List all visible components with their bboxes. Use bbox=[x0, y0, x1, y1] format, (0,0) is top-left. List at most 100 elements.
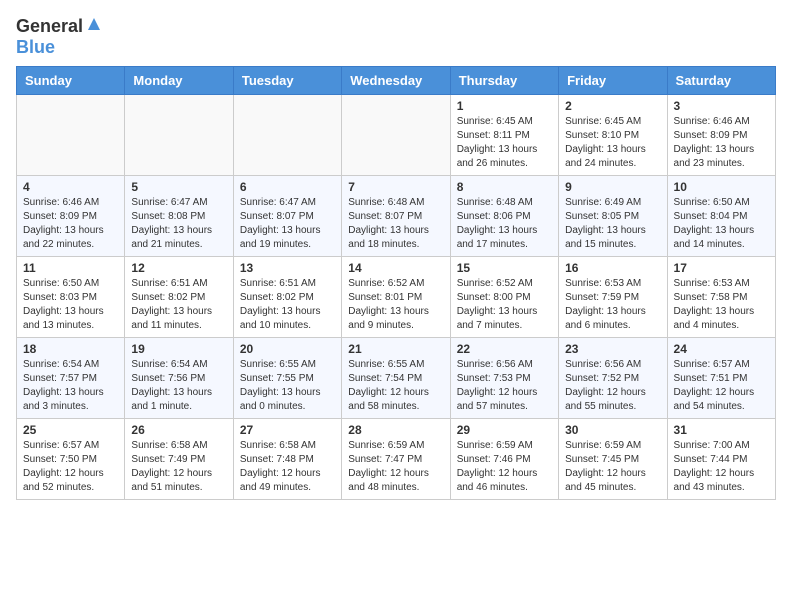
day-number: 17 bbox=[674, 261, 769, 275]
calendar-cell: 23 Sunrise: 6:56 AM Sunset: 7:52 PM Dayli… bbox=[559, 338, 667, 419]
calendar-cell: 17 Sunrise: 6:53 AM Sunset: 7:58 PM Dayli… bbox=[667, 257, 775, 338]
day-number: 18 bbox=[23, 342, 118, 356]
calendar-cell: 13 Sunrise: 6:51 AM Sunset: 8:02 PM Dayli… bbox=[233, 257, 341, 338]
logo-icon bbox=[86, 16, 102, 37]
calendar-cell bbox=[342, 95, 450, 176]
calendar-cell bbox=[233, 95, 341, 176]
calendar-cell: 3 Sunrise: 6:46 AM Sunset: 8:09 PM Daylig… bbox=[667, 95, 775, 176]
calendar-cell: 1 Sunrise: 6:45 AM Sunset: 8:11 PM Daylig… bbox=[450, 95, 558, 176]
day-info: Sunrise: 6:56 AM Sunset: 7:52 PM Dayligh… bbox=[565, 358, 660, 414]
calendar-table: SundayMondayTuesdayWednesdayThursdayFrid… bbox=[16, 66, 776, 500]
calendar-cell: 4 Sunrise: 6:46 AM Sunset: 8:09 PM Daylig… bbox=[17, 176, 125, 257]
day-info: Sunrise: 6:47 AM Sunset: 8:07 PM Dayligh… bbox=[240, 196, 335, 252]
day-number: 31 bbox=[674, 423, 769, 437]
day-info: Sunrise: 6:48 AM Sunset: 8:06 PM Dayligh… bbox=[457, 196, 552, 252]
day-number: 11 bbox=[23, 261, 118, 275]
day-info: Sunrise: 6:59 AM Sunset: 7:47 PM Dayligh… bbox=[348, 439, 443, 495]
calendar-cell: 5Sunrise: 6:47 AM Sunset: 8:08 PM Daylig… bbox=[125, 176, 233, 257]
day-info: Sunrise: 6:45 AM Sunset: 8:10 PM Dayligh… bbox=[565, 115, 660, 171]
calendar-cell: 16Sunrise: 6:53 AM Sunset: 7:59 PM Dayli… bbox=[559, 257, 667, 338]
day-info: Sunrise: 6:50 AM Sunset: 8:03 PM Dayligh… bbox=[23, 277, 118, 333]
calendar-cell: 12 Sunrise: 6:51 AM Sunset: 8:02 PM Dayli… bbox=[125, 257, 233, 338]
day-number: 3 bbox=[674, 99, 769, 113]
day-info: Sunrise: 6:52 AM Sunset: 8:00 PM Dayligh… bbox=[457, 277, 552, 333]
day-number: 26 bbox=[131, 423, 226, 437]
calendar-cell: 9 Sunrise: 6:49 AM Sunset: 8:05 PM Daylig… bbox=[559, 176, 667, 257]
calendar-cell: 27 Sunrise: 6:58 AM Sunset: 7:48 PM Dayli… bbox=[233, 419, 341, 500]
day-info: Sunrise: 6:58 AM Sunset: 7:48 PM Dayligh… bbox=[240, 439, 335, 495]
calendar-cell: 7Sunrise: 6:48 AM Sunset: 8:07 PM Daylig… bbox=[342, 176, 450, 257]
day-info: Sunrise: 6:51 AM Sunset: 8:02 PM Dayligh… bbox=[240, 277, 335, 333]
day-number: 2 bbox=[565, 99, 660, 113]
day-number: 19 bbox=[131, 342, 226, 356]
day-info: Sunrise: 6:57 AM Sunset: 7:50 PM Dayligh… bbox=[23, 439, 118, 495]
day-info: Sunrise: 6:59 AM Sunset: 7:45 PM Dayligh… bbox=[565, 439, 660, 495]
calendar-cell: 11 Sunrise: 6:50 AM Sunset: 8:03 PM Dayli… bbox=[17, 257, 125, 338]
weekday-header-monday: Monday bbox=[125, 67, 233, 95]
calendar-header-row: SundayMondayTuesdayWednesdayThursdayFrid… bbox=[17, 67, 776, 95]
calendar-cell: 2 Sunrise: 6:45 AM Sunset: 8:10 PM Daylig… bbox=[559, 95, 667, 176]
day-number: 21 bbox=[348, 342, 443, 356]
calendar-week-5: 25 Sunrise: 6:57 AM Sunset: 7:50 PM Dayli… bbox=[17, 419, 776, 500]
header: General Blue bbox=[16, 16, 776, 58]
day-info: Sunrise: 6:52 AM Sunset: 8:01 PM Dayligh… bbox=[348, 277, 443, 333]
calendar-week-4: 18Sunrise: 6:54 AM Sunset: 7:57 PM Dayli… bbox=[17, 338, 776, 419]
day-info: Sunrise: 6:51 AM Sunset: 8:02 PM Dayligh… bbox=[131, 277, 226, 333]
calendar-cell: 15 Sunrise: 6:52 AM Sunset: 8:00 PM Dayli… bbox=[450, 257, 558, 338]
weekday-header-tuesday: Tuesday bbox=[233, 67, 341, 95]
day-info: Sunrise: 6:54 AM Sunset: 7:56 PM Dayligh… bbox=[131, 358, 226, 414]
calendar-week-1: 1 Sunrise: 6:45 AM Sunset: 8:11 PM Daylig… bbox=[17, 95, 776, 176]
day-number: 15 bbox=[457, 261, 552, 275]
calendar-cell: 8 Sunrise: 6:48 AM Sunset: 8:06 PM Daylig… bbox=[450, 176, 558, 257]
day-info: Sunrise: 6:53 AM Sunset: 7:58 PM Dayligh… bbox=[674, 277, 769, 333]
day-info: Sunrise: 6:58 AM Sunset: 7:49 PM Dayligh… bbox=[131, 439, 226, 495]
day-info: Sunrise: 6:56 AM Sunset: 7:53 PM Dayligh… bbox=[457, 358, 552, 414]
day-info: Sunrise: 6:48 AM Sunset: 8:07 PM Dayligh… bbox=[348, 196, 443, 252]
calendar-cell: 6 Sunrise: 6:47 AM Sunset: 8:07 PM Daylig… bbox=[233, 176, 341, 257]
day-number: 25 bbox=[23, 423, 118, 437]
calendar-cell bbox=[125, 95, 233, 176]
day-info: Sunrise: 6:46 AM Sunset: 8:09 PM Dayligh… bbox=[23, 196, 118, 252]
day-info: Sunrise: 6:59 AM Sunset: 7:46 PM Dayligh… bbox=[457, 439, 552, 495]
weekday-header-friday: Friday bbox=[559, 67, 667, 95]
calendar-cell: 30Sunrise: 6:59 AM Sunset: 7:45 PM Dayli… bbox=[559, 419, 667, 500]
logo-general-text: General bbox=[16, 16, 83, 37]
calendar-cell: 21 Sunrise: 6:55 AM Sunset: 7:54 PM Dayli… bbox=[342, 338, 450, 419]
day-number: 23 bbox=[565, 342, 660, 356]
day-number: 9 bbox=[565, 180, 660, 194]
day-number: 8 bbox=[457, 180, 552, 194]
calendar-cell: 28Sunrise: 6:59 AM Sunset: 7:47 PM Dayli… bbox=[342, 419, 450, 500]
weekday-header-sunday: Sunday bbox=[17, 67, 125, 95]
calendar-cell: 24 Sunrise: 6:57 AM Sunset: 7:51 PM Dayli… bbox=[667, 338, 775, 419]
logo: General Blue bbox=[16, 16, 102, 58]
day-info: Sunrise: 6:57 AM Sunset: 7:51 PM Dayligh… bbox=[674, 358, 769, 414]
calendar-cell: 18Sunrise: 6:54 AM Sunset: 7:57 PM Dayli… bbox=[17, 338, 125, 419]
day-info: Sunrise: 6:45 AM Sunset: 8:11 PM Dayligh… bbox=[457, 115, 552, 171]
day-number: 4 bbox=[23, 180, 118, 194]
logo-blue-text: Blue bbox=[16, 37, 55, 57]
day-info: Sunrise: 6:55 AM Sunset: 7:54 PM Dayligh… bbox=[348, 358, 443, 414]
calendar-cell: 26 Sunrise: 6:58 AM Sunset: 7:49 PM Dayli… bbox=[125, 419, 233, 500]
day-number: 27 bbox=[240, 423, 335, 437]
calendar-cell: 10 Sunrise: 6:50 AM Sunset: 8:04 PM Dayli… bbox=[667, 176, 775, 257]
calendar-cell: 25 Sunrise: 6:57 AM Sunset: 7:50 PM Dayli… bbox=[17, 419, 125, 500]
calendar-cell bbox=[17, 95, 125, 176]
weekday-header-thursday: Thursday bbox=[450, 67, 558, 95]
calendar-cell: 29Sunrise: 6:59 AM Sunset: 7:46 PM Dayli… bbox=[450, 419, 558, 500]
day-info: Sunrise: 6:47 AM Sunset: 8:08 PM Dayligh… bbox=[131, 196, 226, 252]
day-info: Sunrise: 6:55 AM Sunset: 7:55 PM Dayligh… bbox=[240, 358, 335, 414]
day-info: Sunrise: 6:49 AM Sunset: 8:05 PM Dayligh… bbox=[565, 196, 660, 252]
day-number: 1 bbox=[457, 99, 552, 113]
weekday-header-saturday: Saturday bbox=[667, 67, 775, 95]
day-number: 22 bbox=[457, 342, 552, 356]
day-number: 20 bbox=[240, 342, 335, 356]
day-info: Sunrise: 6:50 AM Sunset: 8:04 PM Dayligh… bbox=[674, 196, 769, 252]
calendar-week-2: 4 Sunrise: 6:46 AM Sunset: 8:09 PM Daylig… bbox=[17, 176, 776, 257]
day-info: Sunrise: 6:46 AM Sunset: 8:09 PM Dayligh… bbox=[674, 115, 769, 171]
day-number: 24 bbox=[674, 342, 769, 356]
day-number: 10 bbox=[674, 180, 769, 194]
day-number: 13 bbox=[240, 261, 335, 275]
day-number: 6 bbox=[240, 180, 335, 194]
calendar-cell: 19 Sunrise: 6:54 AM Sunset: 7:56 PM Dayli… bbox=[125, 338, 233, 419]
day-number: 12 bbox=[131, 261, 226, 275]
